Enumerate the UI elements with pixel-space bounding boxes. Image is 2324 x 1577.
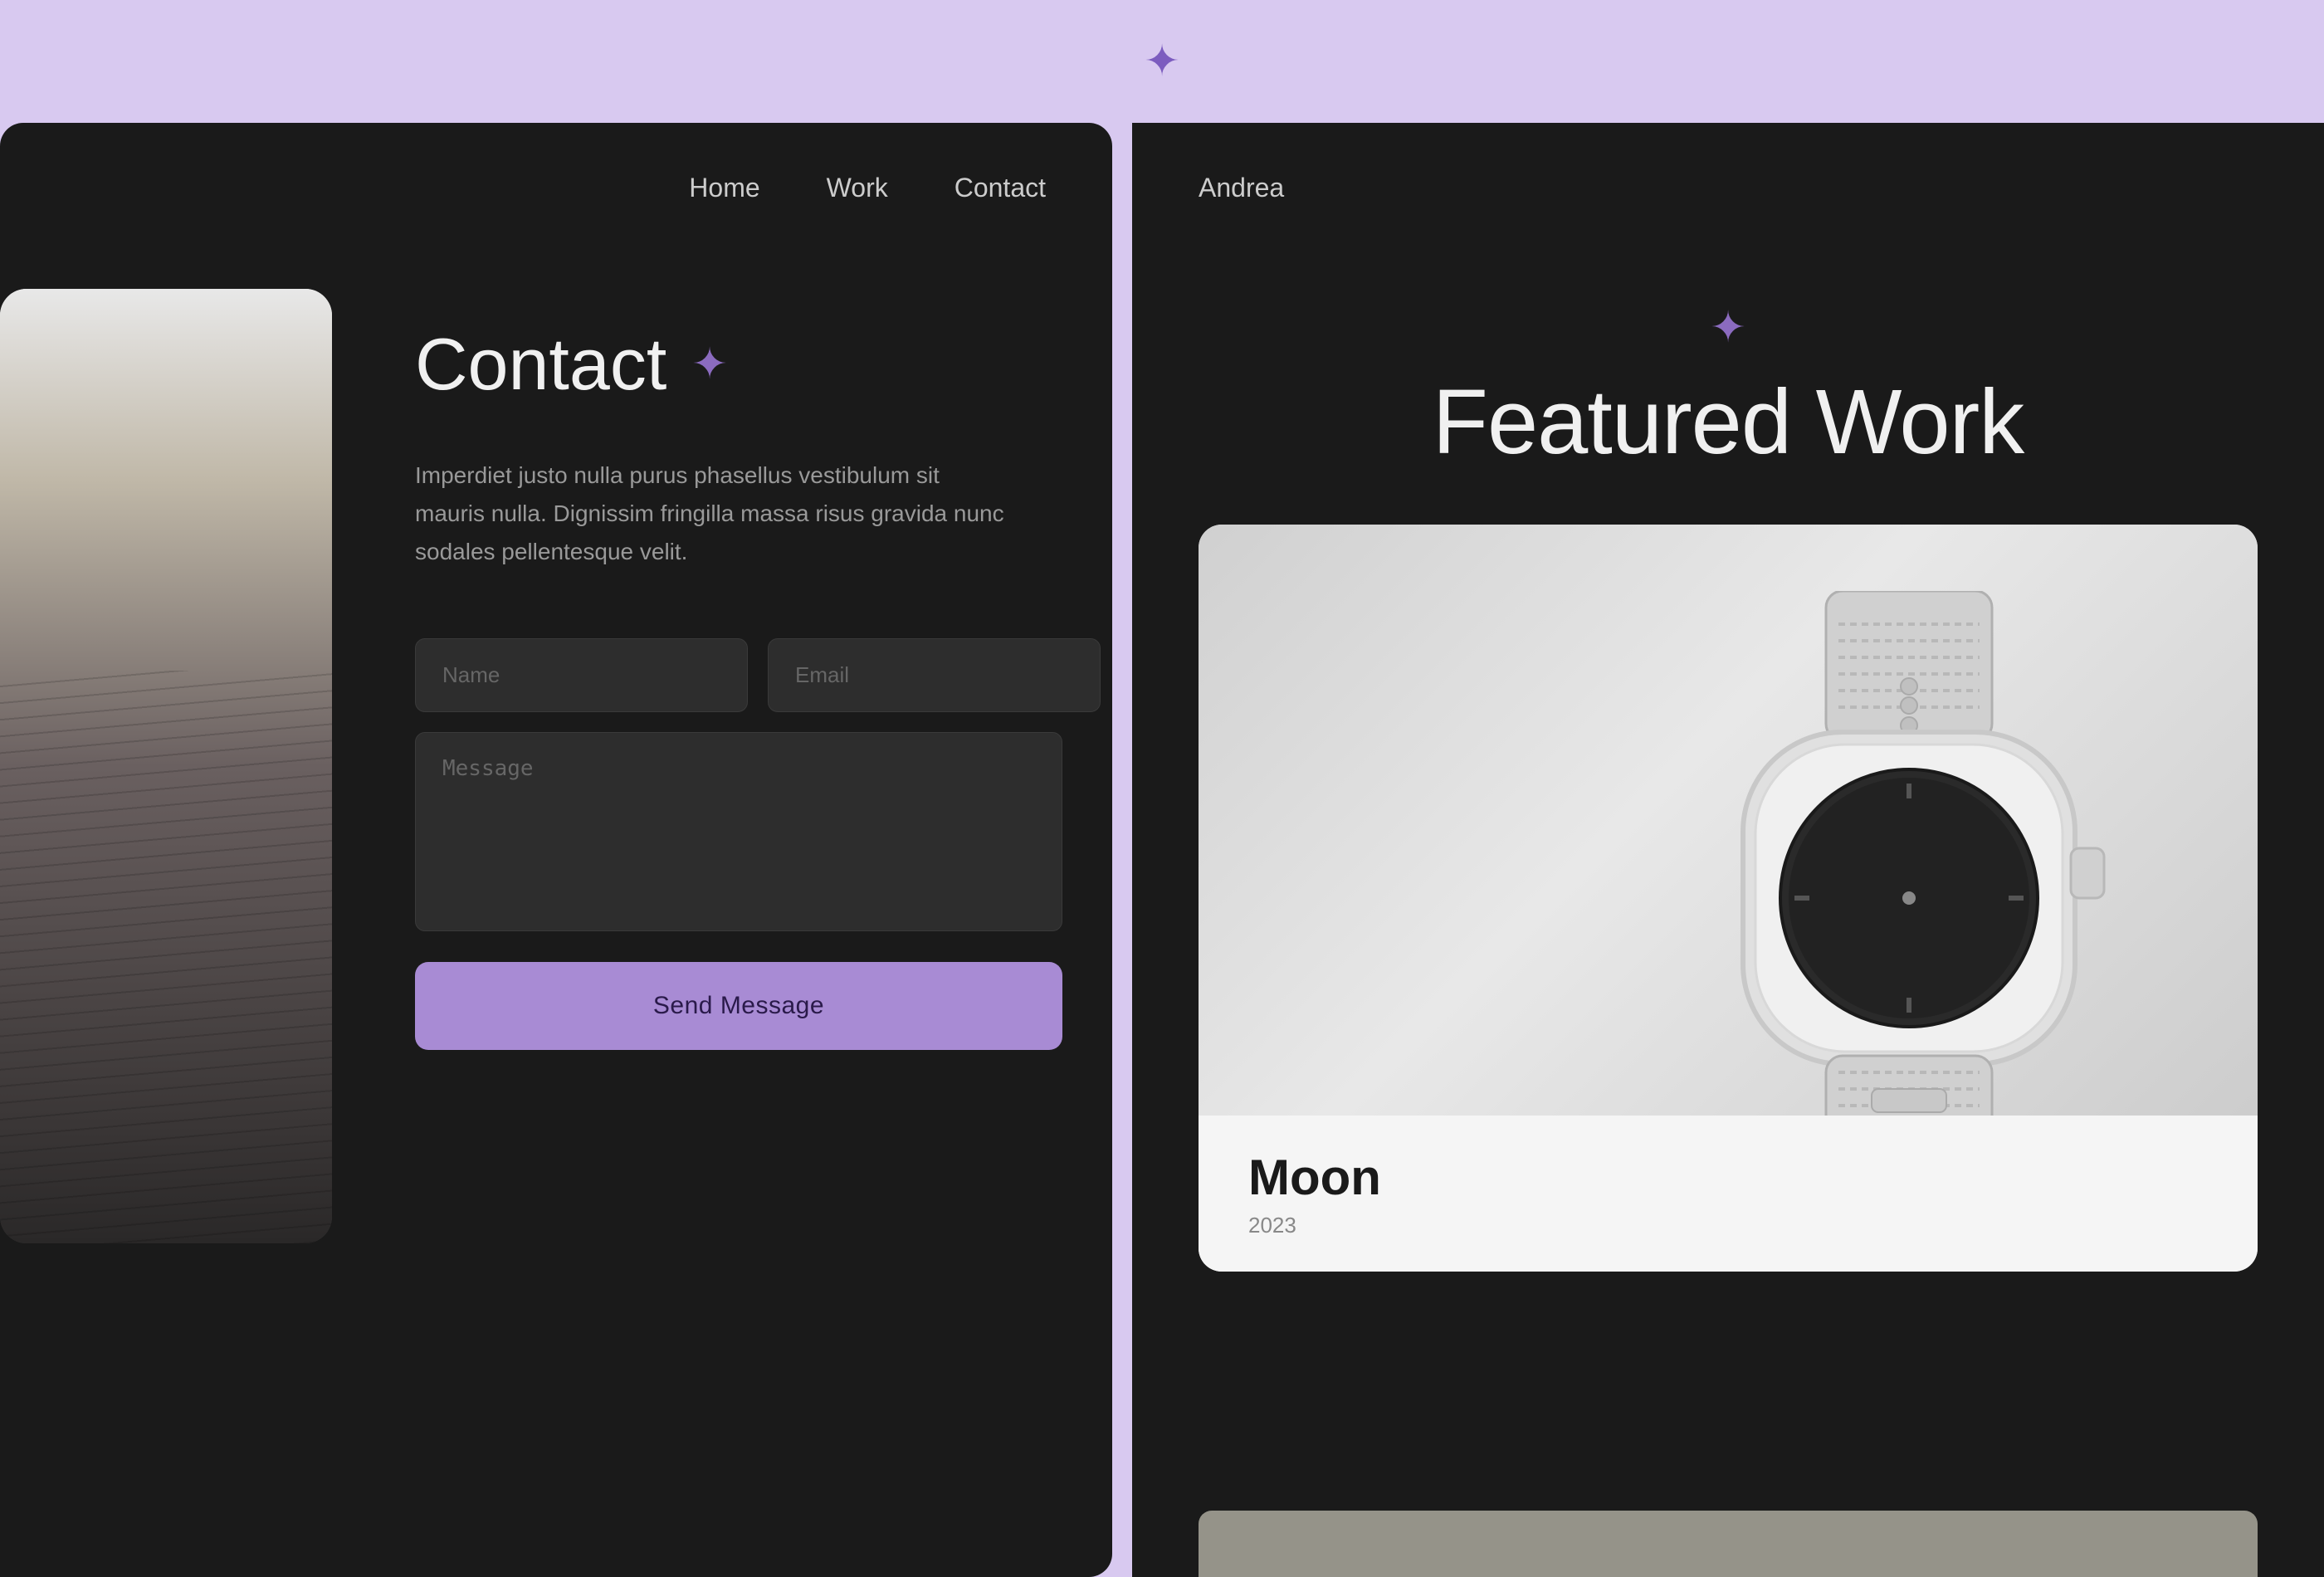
nav-home-link[interactable]: Home <box>689 173 759 203</box>
dunes-image <box>0 289 332 1243</box>
watch-card[interactable]: Moon 2023 <box>1199 525 2258 1272</box>
contact-section: Contact ✦ Imperdiet justo nulla purus ph… <box>415 322 1062 1050</box>
contact-title-text: Contact <box>415 322 666 407</box>
right-nav: Andrea <box>1132 123 2324 203</box>
right-panel: Andrea ✦ Featured Work <box>1132 123 2324 1577</box>
nav-work-link[interactable]: Work <box>827 173 888 203</box>
contact-star-icon: ✦ <box>691 339 728 389</box>
featured-star-icon: ✦ <box>1132 303 2324 353</box>
nav-contact-link[interactable]: Contact <box>954 173 1046 203</box>
dunes-visual <box>0 289 332 1243</box>
watch-label: Moon 2023 <box>1199 1116 2258 1272</box>
featured-title: Featured Work <box>1132 369 2324 475</box>
watch-year: 2023 <box>1248 1213 2208 1238</box>
watch-visual-icon <box>1627 591 2191 1205</box>
top-star-icon: ✦ <box>1144 37 1180 86</box>
left-nav: Home Work Contact <box>0 123 1112 203</box>
watch-name: Moon <box>1248 1149 2208 1206</box>
send-message-button[interactable]: Send Message <box>415 962 1062 1050</box>
main-panels: Home Work Contact Contact ✦ Imperdiet ju… <box>0 123 2324 1577</box>
contact-description: Imperdiet justo nulla purus phasellus ve… <box>415 456 1013 572</box>
contact-title: Contact ✦ <box>415 322 1062 407</box>
contact-form: Send Message <box>415 638 1062 1050</box>
form-name-email-row <box>415 638 1062 712</box>
featured-section: ✦ Featured Work <box>1132 203 2324 475</box>
bottom-strip <box>1199 1511 2258 1577</box>
andrea-logo: Andrea <box>1199 173 1284 203</box>
top-bar: ✦ <box>0 0 2324 123</box>
left-panel: Home Work Contact Contact ✦ Imperdiet ju… <box>0 123 1112 1577</box>
email-input[interactable] <box>768 638 1101 712</box>
name-input[interactable] <box>415 638 748 712</box>
message-textarea[interactable] <box>415 732 1062 931</box>
